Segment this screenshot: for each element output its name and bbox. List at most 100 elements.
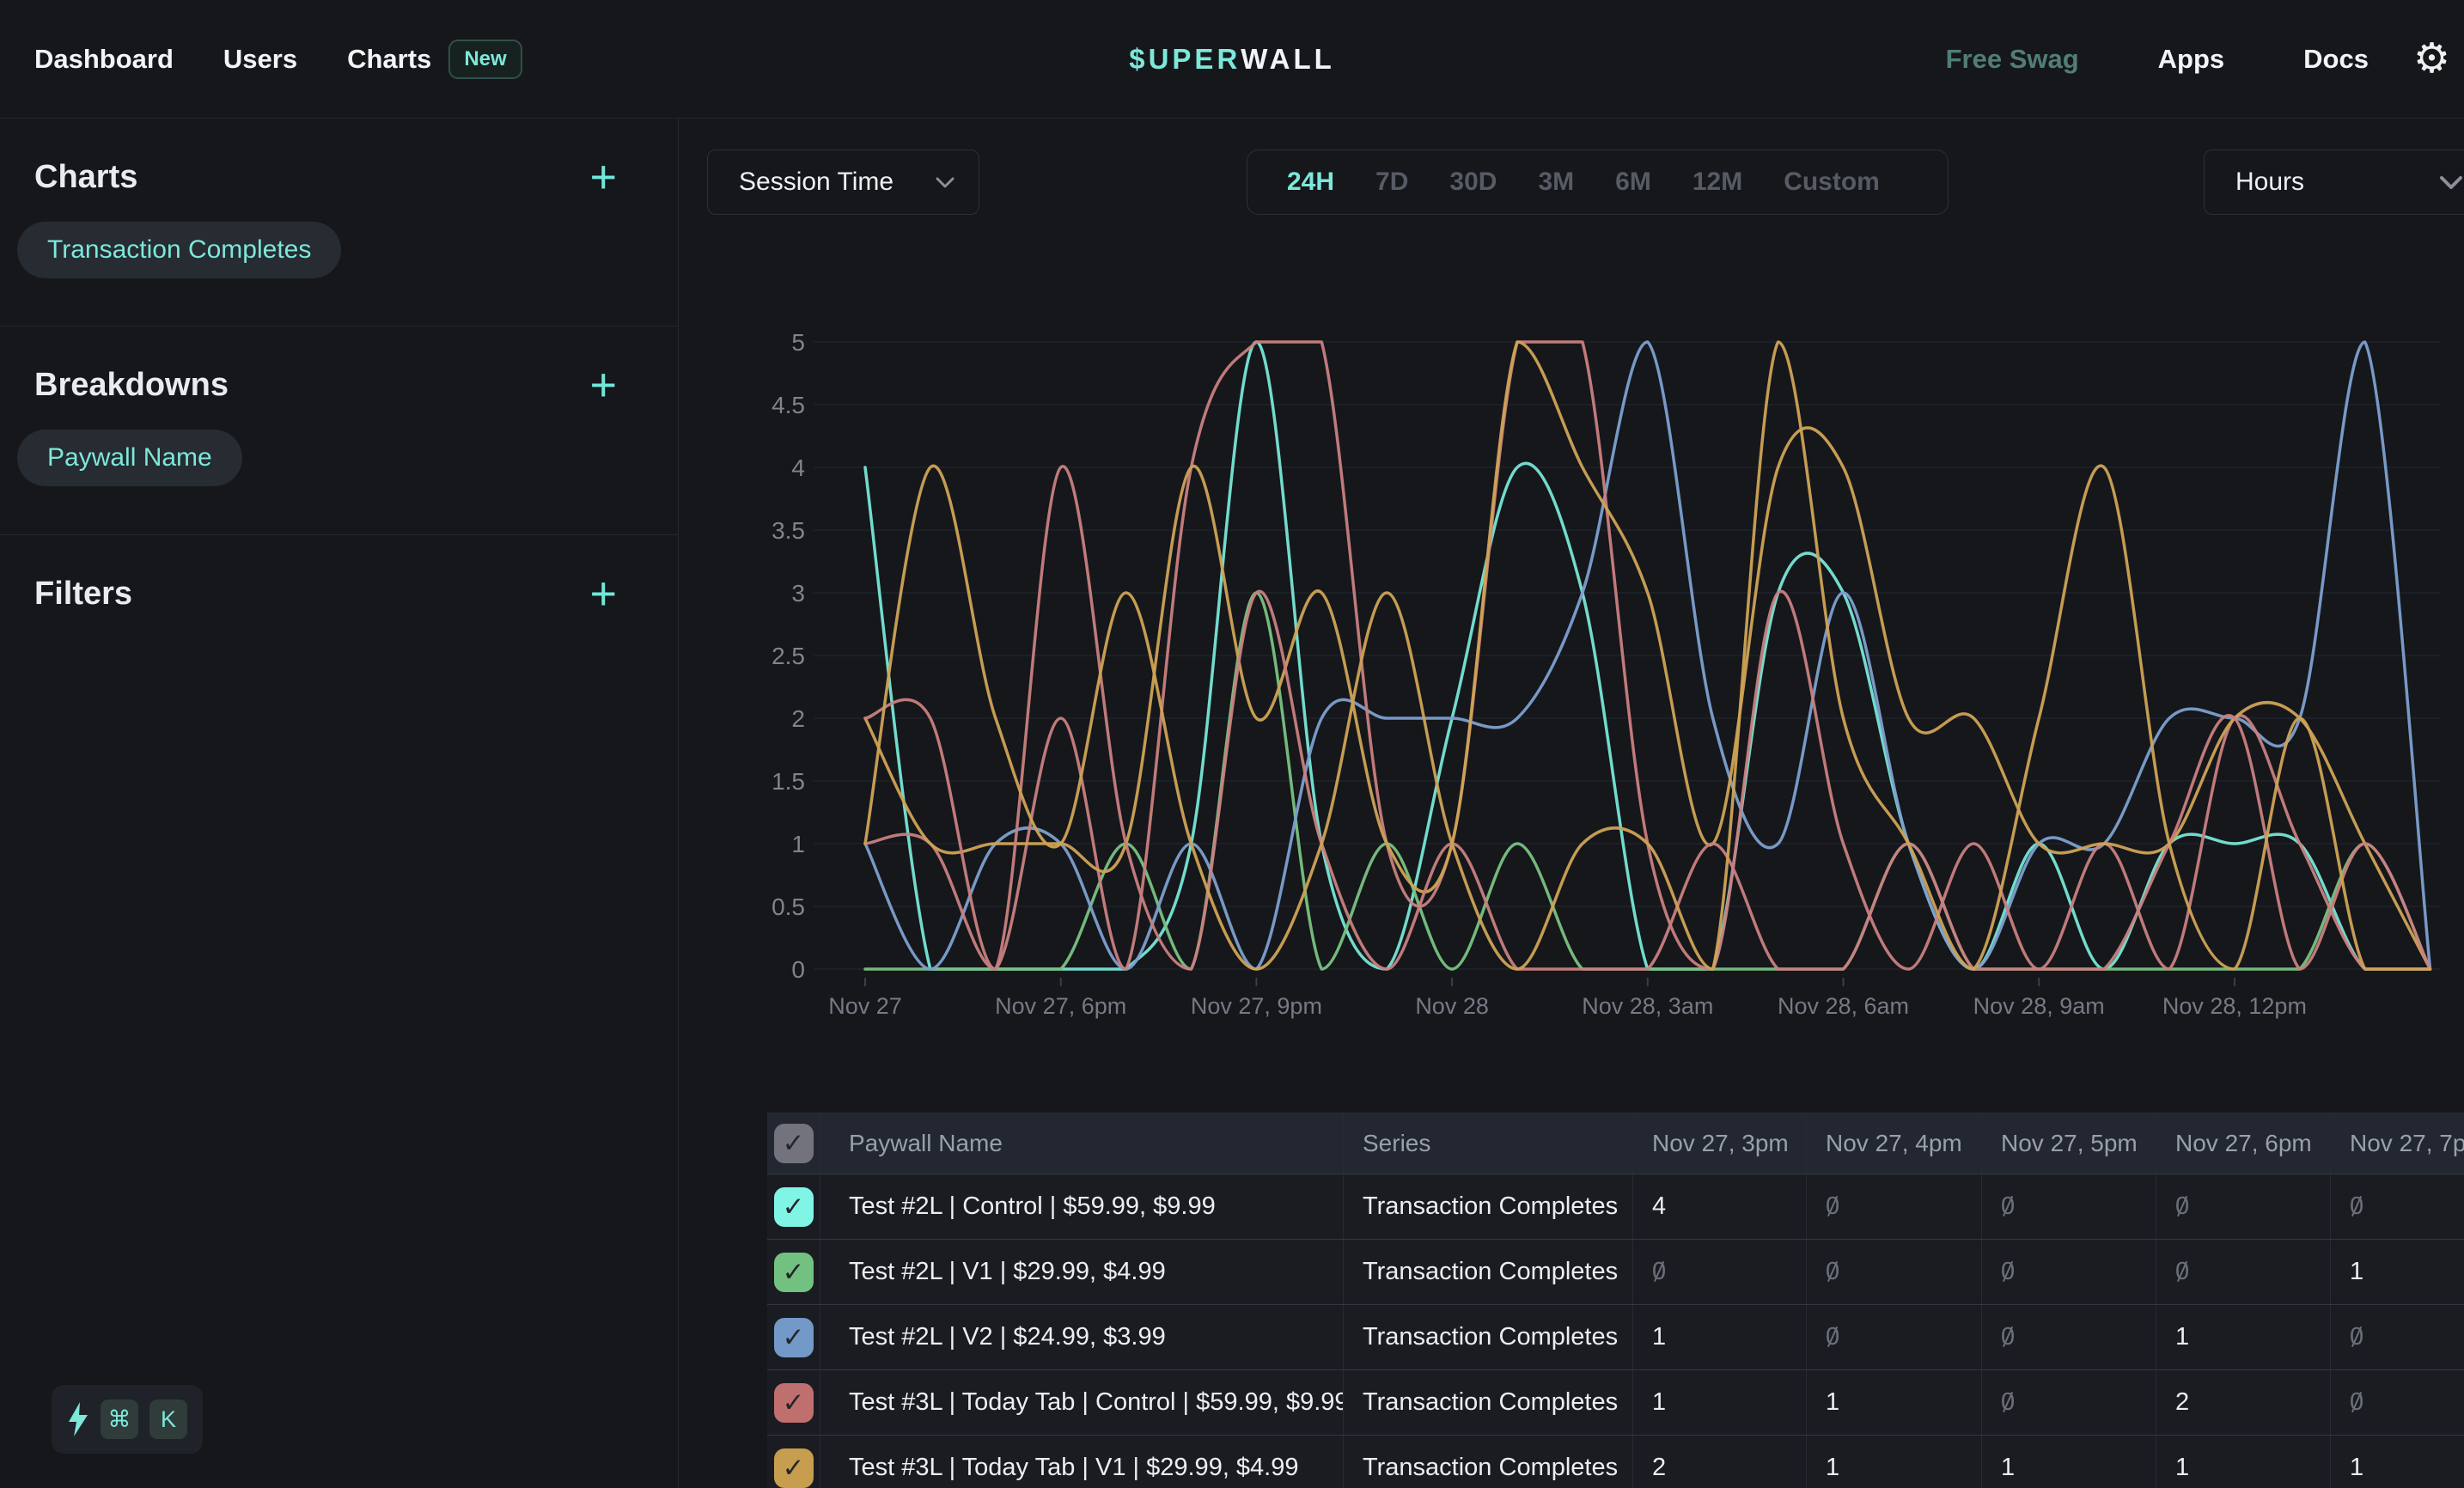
value-cell: 2 [1633, 1436, 1807, 1488]
svg-text:Nov 28, 6am: Nov 28, 6am [1778, 993, 1909, 1019]
svg-text:Nov 28, 3am: Nov 28, 3am [1582, 993, 1713, 1019]
value-cell: 0 [1807, 1305, 1982, 1369]
value-cell: 0 [1982, 1305, 2156, 1369]
cell-value: 1 [1652, 1388, 1666, 1417]
value-cell: 4 [1633, 1174, 1807, 1239]
svg-text:Nov 28, 12pm: Nov 28, 12pm [2162, 993, 2307, 1019]
check-icon: ✓ [783, 1257, 805, 1288]
superwall-dashboard: DashboardUsersChartsNew $UPERWALL Free S… [0, 0, 2464, 1488]
charts-pills: Transaction Completes [17, 222, 679, 278]
section-title-breakdowns: Breakdowns [34, 367, 229, 404]
series-cell: Transaction Completes [1344, 1370, 1633, 1435]
plus-icon[interactable]: + [589, 576, 617, 611]
row-checkbox[interactable]: ✓ [774, 1383, 814, 1423]
check-icon: ✓ [783, 1387, 805, 1418]
lightning-icon [67, 1402, 89, 1436]
svg-text:Nov 27: Nov 27 [828, 993, 902, 1019]
gear-icon[interactable]: ⚙ [2413, 39, 2450, 80]
nav-item-free-swag[interactable]: Free Swag [1946, 44, 2079, 75]
pill-paywall-name[interactable]: Paywall Name [17, 430, 242, 486]
row-checkbox[interactable]: ✓ [774, 1448, 814, 1488]
value-cell: 0 [1807, 1174, 1982, 1239]
range-tab-24h[interactable]: 24H [1287, 168, 1334, 197]
value-cell: 0 [2156, 1240, 2331, 1304]
row-checkbox[interactable]: ✓ [774, 1187, 814, 1227]
sessions-line-chart[interactable]: 00.511.522.533.544.55Nov 27Nov 27, 6pmNo… [765, 326, 2457, 1031]
value-cell: 0 [2331, 1305, 2464, 1369]
cell-value: 0 [2175, 1258, 2189, 1286]
line-chart-svg: 00.511.522.533.544.55Nov 27Nov 27, 6pmNo… [765, 326, 2457, 1031]
value-cell: 0 [1807, 1240, 1982, 1304]
plus-icon[interactable]: + [589, 368, 617, 402]
cell-value: 1 [1826, 1454, 1839, 1482]
date-range-tabs: 24H 7D 30D 3M 6M 12M Custom [1247, 149, 1949, 215]
range-tab-6m[interactable]: 6M [1615, 168, 1651, 197]
row-checkbox-cell: ✓ [767, 1174, 820, 1239]
value-cell: 2 [2156, 1370, 2331, 1435]
value-cell: 1 [1982, 1436, 2156, 1488]
nav-right: Free Swag Apps Docs ⚙ [1946, 0, 2450, 119]
value-cell: 1 [1633, 1305, 1807, 1369]
sidebar-section-charts: Charts + Transaction Completes [0, 119, 679, 326]
cell-value: 0 [2350, 1323, 2363, 1351]
svg-text:1.5: 1.5 [772, 768, 805, 795]
row-checkbox-cell: ✓ [767, 1240, 820, 1304]
value-cell: 0 [2331, 1370, 2464, 1435]
range-tab-12m[interactable]: 12M [1692, 168, 1742, 197]
paywall-name-cell: Test #3L | Today Tab | Control | $59.99,… [820, 1370, 1344, 1435]
table-row: ✓Test #2L | V2 | $24.99, $3.99Transactio… [767, 1304, 2464, 1369]
svg-text:1: 1 [791, 831, 805, 857]
cell-value: 0 [2001, 1258, 2015, 1286]
series-cell: Transaction Completes [1344, 1436, 1633, 1488]
cell-value: 0 [1826, 1323, 1839, 1351]
sidebar-section-breakdowns: Breakdowns + Paywall Name [0, 326, 679, 535]
row-checkbox-cell: ✓ [767, 1436, 820, 1488]
unit-select[interactable]: Hours [2204, 149, 2464, 215]
value-cell: 0 [1633, 1240, 1807, 1304]
row-checkbox-cell: ✓ [767, 1305, 820, 1369]
svg-text:2: 2 [791, 705, 805, 732]
section-title-charts: Charts [34, 159, 137, 196]
range-tab-custom[interactable]: Custom [1784, 168, 1880, 197]
cell-value: 2 [1652, 1454, 1666, 1482]
value-cell: 0 [1982, 1370, 2156, 1435]
value-cell: 1 [1807, 1436, 1982, 1488]
column-header: Nov 27, 7pm [2331, 1113, 2464, 1174]
unit-select-value: Hours [2235, 168, 2304, 197]
range-tab-3m[interactable]: 3M [1538, 168, 1574, 197]
svg-text:4.5: 4.5 [772, 392, 805, 418]
check-icon: ✓ [783, 1322, 805, 1353]
nav-item-docs[interactable]: Docs [2303, 44, 2369, 75]
svg-text:Nov 28: Nov 28 [1415, 993, 1489, 1019]
check-icon: ✓ [783, 1453, 805, 1484]
column-header: Nov 27, 3pm [1633, 1113, 1807, 1174]
table-row: ✓Test #3L | Today Tab | V1 | $29.99, $4.… [767, 1435, 2464, 1488]
column-header: Paywall Name [820, 1113, 1344, 1174]
command-palette-shortcut[interactable]: ⌘ K [52, 1385, 203, 1454]
select-all-checkbox[interactable]: ✓ [774, 1124, 814, 1163]
pill-transaction-completes[interactable]: Transaction Completes [17, 222, 341, 278]
logo-accent-text: $UPER [1129, 43, 1241, 76]
value-cell: 0 [2331, 1174, 2464, 1239]
row-checkbox[interactable]: ✓ [774, 1253, 814, 1292]
cell-value: 0 [2350, 1388, 2363, 1417]
check-icon: ✓ [783, 1192, 805, 1223]
table-header-checkbox-cell: ✓ [767, 1113, 820, 1174]
nav-item-apps[interactable]: Apps [2158, 44, 2225, 75]
range-tab-7d[interactable]: 7D [1375, 168, 1408, 197]
svg-text:Nov 28, 9am: Nov 28, 9am [1973, 993, 2105, 1019]
cell-value: 0 [2001, 1192, 2015, 1221]
svg-text:2.5: 2.5 [772, 643, 805, 669]
svg-text:Nov 27, 9pm: Nov 27, 9pm [1191, 993, 1322, 1019]
metric-select-value: Session Time [739, 168, 894, 197]
plus-icon[interactable]: + [589, 160, 617, 194]
row-checkbox-cell: ✓ [767, 1370, 820, 1435]
row-checkbox[interactable]: ✓ [774, 1318, 814, 1357]
cell-value: 0 [1652, 1258, 1666, 1286]
value-cell: 0 [1982, 1174, 2156, 1239]
svg-text:4: 4 [791, 454, 805, 481]
range-tab-30d[interactable]: 30D [1449, 168, 1497, 197]
paywall-name-cell: Test #2L | V2 | $24.99, $3.99 [820, 1305, 1344, 1369]
section-title-filters: Filters [34, 576, 132, 613]
metric-select[interactable]: Session Time [707, 149, 979, 215]
